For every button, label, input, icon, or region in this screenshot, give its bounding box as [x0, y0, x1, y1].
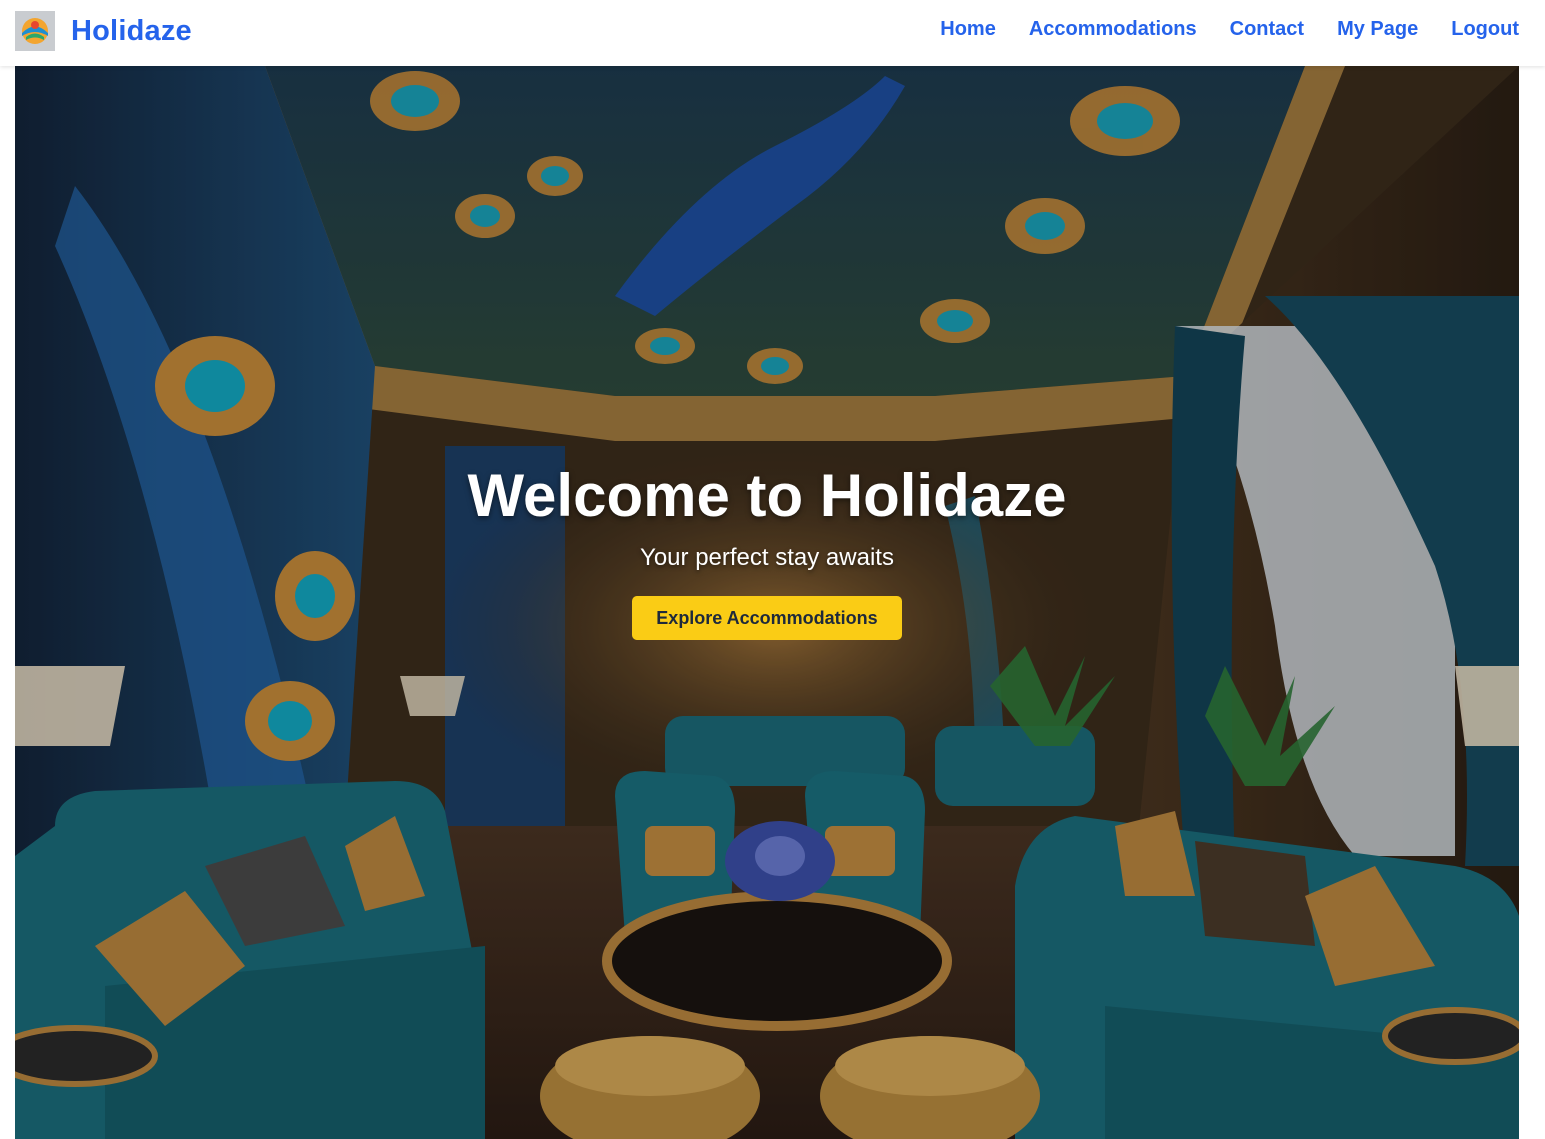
- navbar: Holidaze Home Accommodations Contact My …: [0, 0, 1545, 66]
- explore-accommodations-button[interactable]: Explore Accommodations: [632, 596, 902, 640]
- hero-content: Welcome to Holidaze Your perfect stay aw…: [15, 461, 1519, 640]
- hero-title: Welcome to Holidaze: [467, 462, 1067, 529]
- main-nav: Home Accommodations Contact My Page Logo…: [907, 18, 1519, 41]
- nav-link-home[interactable]: Home: [940, 18, 996, 41]
- brand-name: Holidaze: [71, 14, 192, 47]
- nav-link-my-page[interactable]: My Page: [1337, 18, 1418, 41]
- brand[interactable]: Holidaze: [15, 11, 192, 51]
- nav-link-accommodations[interactable]: Accommodations: [1029, 18, 1197, 41]
- holidaze-logo-icon: [15, 11, 55, 51]
- nav-link-logout[interactable]: Logout: [1451, 18, 1519, 41]
- hero-subtitle: Your perfect stay awaits: [640, 544, 894, 571]
- nav-link-contact[interactable]: Contact: [1230, 18, 1304, 41]
- hero-section: Welcome to Holidaze Your perfect stay aw…: [15, 66, 1519, 1139]
